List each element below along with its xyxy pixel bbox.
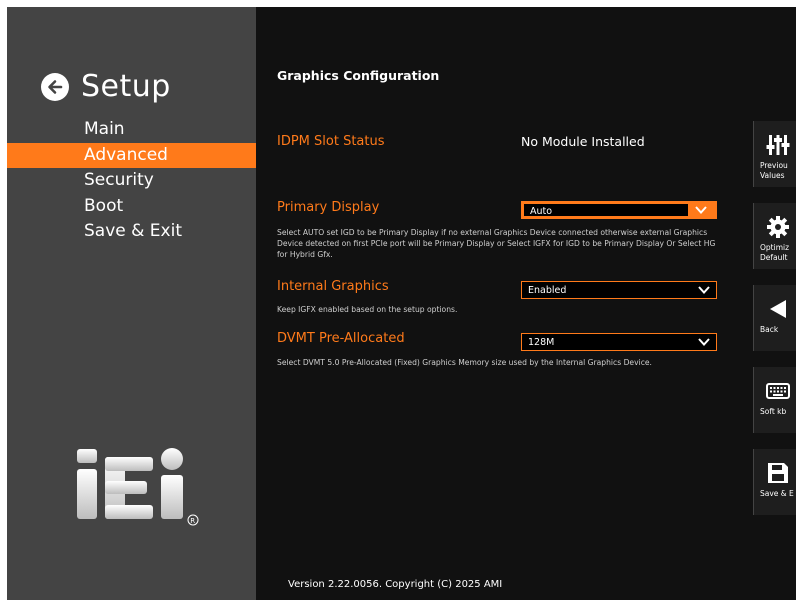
main-panel: Graphics Configuration IDPM Slot Status … [256,7,753,600]
iei-logo: R [75,447,205,536]
gear-icon [767,216,789,238]
dvmt-value: 128M [528,337,555,348]
dvmt-select[interactable]: 128M [521,333,717,351]
internal-graphics-label: Internal Graphics [277,279,389,294]
save-exit-button[interactable]: Save & E [753,449,796,515]
version-text: Version 2.22.0056. Copyright (C) 2025 AM… [288,579,503,590]
sidebar-item-boot[interactable]: Boot [7,194,256,220]
previous-values-label: Previou Values [760,161,788,180]
keyboard-icon [766,383,790,399]
chevron-down-icon [698,286,710,294]
sidebar-item-save-exit[interactable]: Save & Exit [7,219,256,245]
idpm-slot-value: No Module Installed [521,134,645,149]
setup-header: Setup [41,69,171,104]
previous-values-button[interactable]: Previou Values [753,121,796,187]
primary-display-value: Auto [530,206,553,217]
internal-graphics-help: Keep IGFX enabled based on the setup opt… [277,305,458,314]
back-label: Back [760,325,779,334]
page-title: Graphics Configuration [277,68,440,83]
dvmt-help: Select DVMT 5.0 Pre-Allocated (Fixed) Gr… [277,358,652,367]
primary-display-select[interactable]: Auto [521,201,717,219]
triangle-left-icon [770,300,786,318]
idpm-slot-label: IDPM Slot Status [277,134,385,149]
sliders-icon [766,135,790,155]
primary-display-help: Select AUTO set IGD to be Primary Displa… [277,228,716,259]
save-exit-label: Save & E [760,489,794,498]
dvmt-label: DVMT Pre-Allocated [277,331,405,346]
optimized-defaults-button[interactable]: Optimiz Default [753,203,796,269]
bios-window: Setup Main Advanced Security Boot Save &… [7,7,796,600]
chevron-down-icon [698,338,710,346]
sidebar-item-security[interactable]: Security [7,168,256,194]
right-action-bar: Previou Values Optimiz Default Back Soft… [753,7,796,600]
sidebar-item-advanced[interactable]: Advanced [7,142,256,168]
chevron-down-icon [695,206,707,214]
floppy-disk-icon [768,463,788,483]
back-arrow-icon[interactable] [41,72,69,101]
setup-title: Setup [81,69,171,104]
back-button[interactable]: Back [753,285,796,351]
sidebar-item-main[interactable]: Main [7,117,256,143]
optimized-defaults-label: Optimiz Default [760,243,790,262]
sidebar: Setup Main Advanced Security Boot Save &… [7,7,256,600]
primary-display-label: Primary Display [277,200,380,215]
internal-graphics-value: Enabled [528,285,567,296]
soft-keyboard-label: Soft kb [760,407,787,416]
internal-graphics-select[interactable]: Enabled [521,281,717,299]
soft-keyboard-button[interactable]: Soft kb [753,367,796,433]
svg-text:R: R [190,517,195,525]
sidebar-nav: Main Advanced Security Boot Save & Exit [7,117,256,245]
